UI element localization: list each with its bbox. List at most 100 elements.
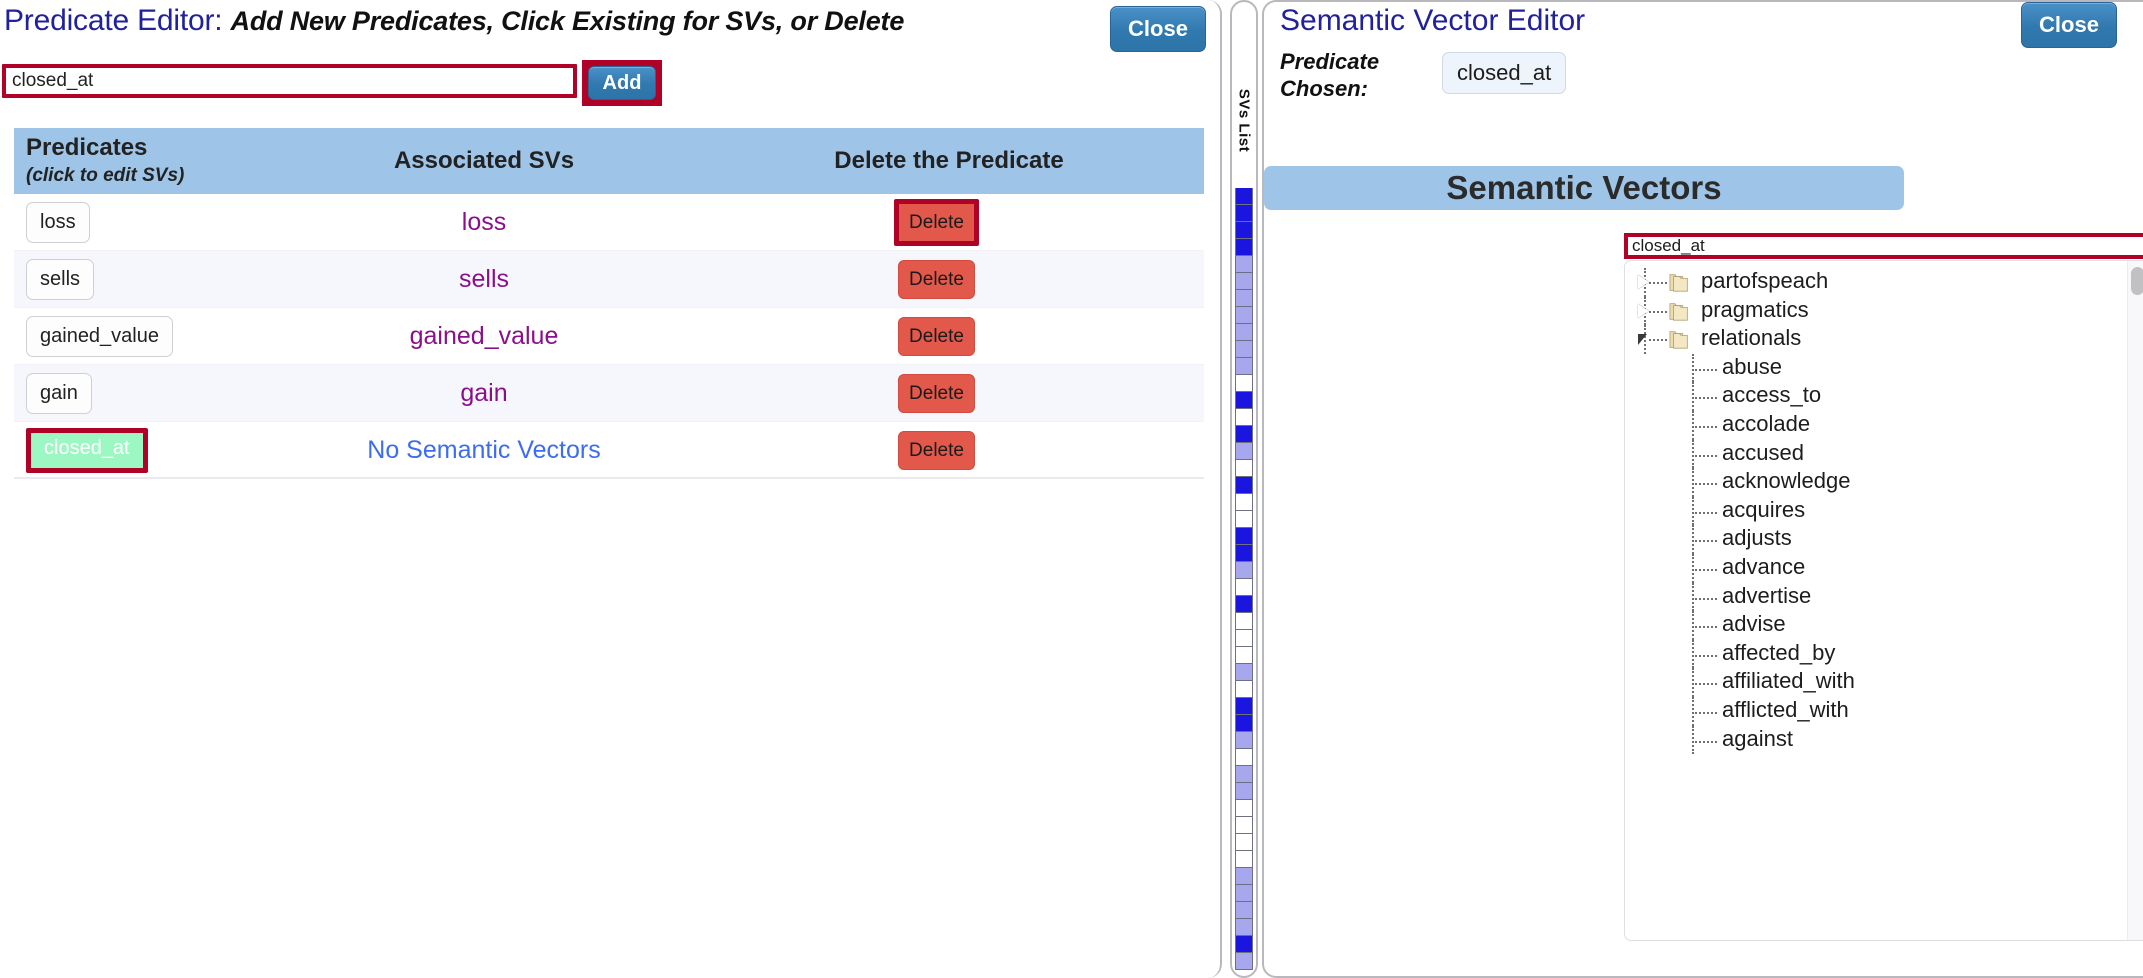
tree-node-label: relationals <box>1701 325 1802 351</box>
tree-node-label: pragmatics <box>1701 296 1809 322</box>
sv-strip-cell[interactable] <box>1235 256 1253 273</box>
sv-strip-cell[interactable] <box>1235 528 1253 545</box>
semantic-vector-editor-close-button[interactable]: Close <box>2021 2 2117 48</box>
sv-strip-cell[interactable] <box>1235 205 1253 222</box>
sv-strip-cell[interactable] <box>1235 358 1253 375</box>
tree-leaf-node[interactable]: afflicted_with <box>1625 696 2127 726</box>
chevron-down-icon[interactable] <box>1638 334 1647 346</box>
tree-connector-line <box>1649 282 1667 284</box>
sv-strip-cell[interactable] <box>1235 834 1253 851</box>
sv-strip-cell[interactable] <box>1235 460 1253 477</box>
predicate-editor-close-button[interactable]: Close <box>1110 6 1206 52</box>
new-predicate-input[interactable] <box>2 64 577 98</box>
tree-node-label: accused <box>1722 439 1804 465</box>
tree-leaf-node[interactable]: accolade <box>1625 410 2127 440</box>
sv-strip-cell[interactable] <box>1235 851 1253 868</box>
semantic-vector-search-input[interactable] <box>1624 233 2143 259</box>
tree-leaf-node[interactable]: affected_by <box>1625 639 2127 669</box>
delete-predicate-button[interactable]: Delete <box>898 431 975 470</box>
sv-strip-cell[interactable] <box>1235 562 1253 579</box>
delete-predicate-button[interactable]: Delete <box>894 199 979 246</box>
sv-strip-cell[interactable] <box>1235 715 1253 732</box>
delete-predicate-button[interactable]: Delete <box>898 260 975 299</box>
tree-connector-line <box>1695 368 1717 371</box>
tree-folder-node[interactable]: relationals <box>1625 325 2127 354</box>
sv-strip-cell[interactable] <box>1235 494 1253 511</box>
sv-strip-cell[interactable] <box>1235 324 1253 341</box>
sv-strip-cell[interactable] <box>1235 919 1253 936</box>
add-predicate-button-highlight: Add <box>582 60 662 106</box>
sv-strip-cell[interactable] <box>1235 290 1253 307</box>
sv-strip-cell[interactable] <box>1235 341 1253 358</box>
sv-strip-cell[interactable] <box>1235 800 1253 817</box>
tree-folder-node[interactable]: pragmatics <box>1625 296 2127 326</box>
sv-strip-cell[interactable] <box>1235 613 1253 630</box>
sv-strip-cell[interactable] <box>1235 902 1253 919</box>
semantic-vector-tree-scrollbar-thumb[interactable] <box>2131 267 2143 295</box>
tree-folder-node[interactable]: partofspeach <box>1625 268 2127 297</box>
sv-strip-cell[interactable] <box>1235 443 1253 460</box>
tree-leaf-node[interactable]: advance <box>1625 553 2127 583</box>
table-row: closed_at No Semantic Vectors Delete <box>14 422 1204 479</box>
sv-strip-cell[interactable] <box>1235 239 1253 256</box>
sv-strip-cell[interactable] <box>1235 953 1253 970</box>
sv-strip-cell[interactable] <box>1235 868 1253 885</box>
sv-strip-cell[interactable] <box>1235 783 1253 800</box>
sv-strip-cell[interactable] <box>1235 817 1253 834</box>
sv-strip-cell[interactable] <box>1235 392 1253 409</box>
tree-leaf-node[interactable]: accused <box>1625 439 2127 469</box>
sv-strip-cell[interactable] <box>1235 596 1253 613</box>
delete-predicate-button[interactable]: Delete <box>898 317 975 356</box>
associated-sv-label: loss <box>461 208 507 236</box>
sv-strip-cell[interactable] <box>1235 511 1253 528</box>
svs-list-strip-blocks <box>1235 188 1253 976</box>
tree-leaf-node[interactable]: advise <box>1625 611 2127 640</box>
sv-strip-cell[interactable] <box>1235 426 1253 443</box>
tree-node-label: advise <box>1722 611 1786 637</box>
sv-strip-cell[interactable] <box>1235 664 1253 681</box>
sv-strip-cell[interactable] <box>1235 409 1253 426</box>
sv-strip-cell[interactable] <box>1235 885 1253 902</box>
sv-strip-cell[interactable] <box>1235 477 1253 494</box>
sv-strip-cell[interactable] <box>1235 681 1253 698</box>
tree-node-label: against <box>1722 725 1793 751</box>
tree-connector-line <box>1695 654 1717 657</box>
semantic-vector-tree-scrollbar[interactable] <box>2127 261 2143 940</box>
tree-leaf-node[interactable]: abuse <box>1625 353 2127 383</box>
sv-strip-cell[interactable] <box>1235 630 1253 647</box>
table-row: gain gain Delete <box>14 365 1204 422</box>
tree-leaf-node[interactable]: affiliated_with <box>1625 668 2127 697</box>
chevron-right-icon[interactable] <box>1638 303 1649 318</box>
table-row: loss loss Delete <box>14 194 1204 251</box>
sv-strip-cell[interactable] <box>1235 732 1253 749</box>
tree-node-label: advertise <box>1722 582 1812 608</box>
semantic-vectors-banner: Semantic Vectors <box>1264 166 1904 210</box>
tree-node-label: advance <box>1722 553 1806 579</box>
sv-strip-cell[interactable] <box>1235 766 1253 783</box>
sv-strip-cell[interactable] <box>1235 936 1253 953</box>
sv-strip-cell[interactable] <box>1235 545 1253 562</box>
tree-leaf-node[interactable]: advertise <box>1625 582 2127 612</box>
tree-leaf-node[interactable]: access_to <box>1625 382 2127 411</box>
predicates-table-body: loss loss Delete sells sells Delete gained_val… <box>14 194 1204 479</box>
delete-predicate-button[interactable]: Delete <box>898 374 975 413</box>
sv-strip-cell[interactable] <box>1235 307 1253 324</box>
sv-strip-cell[interactable] <box>1235 222 1253 239</box>
chevron-right-icon[interactable] <box>1638 275 1649 289</box>
tree-leaf-node[interactable]: acquires <box>1625 496 2127 526</box>
tree-leaf-node[interactable]: acknowledge <box>1625 468 2127 497</box>
sv-strip-cell[interactable] <box>1235 698 1253 715</box>
tree-leaf-node[interactable]: adjusts <box>1625 525 2127 554</box>
sv-strip-cell[interactable] <box>1235 749 1253 766</box>
tree-node-label: affected_by <box>1722 639 1836 665</box>
sv-strip-cell[interactable] <box>1235 375 1253 392</box>
tree-leaf-node[interactable]: against <box>1625 725 2127 755</box>
tree-connector-line <box>1649 339 1667 342</box>
tree-connector-line <box>1695 711 1717 714</box>
add-predicate-button[interactable]: Add <box>588 66 656 100</box>
sv-strip-cell[interactable] <box>1235 579 1253 596</box>
sv-strip-cell[interactable] <box>1235 647 1253 664</box>
sv-strip-cell[interactable] <box>1235 273 1253 290</box>
sv-strip-cell[interactable] <box>1235 188 1253 205</box>
predicate-editor-panel: Predicate Editor: Add New Predicates, Cl… <box>0 0 1222 978</box>
